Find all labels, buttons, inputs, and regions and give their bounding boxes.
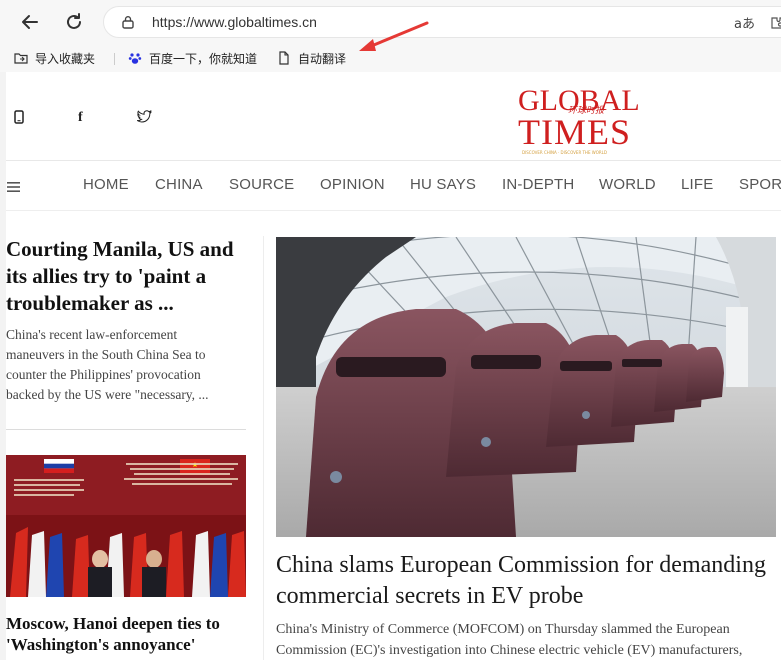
nav-home[interactable]: HOME <box>83 176 129 193</box>
bookmark-auto-translate[interactable]: 自动翻译 <box>277 48 346 68</box>
nav-opinion[interactable]: OPINION <box>320 176 385 193</box>
logo-tagline: DISCOVER CHINA · DISCOVER THE WORLD <box>522 150 607 155</box>
logo-line2: TIMES <box>518 112 631 152</box>
url-text: https://www.globaltimes.cn <box>152 14 317 30</box>
story-title-ev-probe[interactable]: China slams European Commission for dema… <box>276 550 776 612</box>
nav-world[interactable]: WORLD <box>599 176 656 193</box>
nav-china[interactable]: CHINA <box>155 176 203 193</box>
bookmarks-divider <box>114 53 115 65</box>
bookmark-label: 百度一下，你就知道 <box>149 51 258 66</box>
nav-life[interactable]: LIFE <box>681 176 713 193</box>
lock-icon <box>122 16 134 29</box>
bookmark-label: 导入收藏夹 <box>35 51 96 66</box>
twitter-icon[interactable] <box>135 109 152 127</box>
nav-hu-says[interactable]: HU SAYS <box>410 176 476 193</box>
read-aloud-button[interactable]: aあ <box>734 13 755 32</box>
annotation-arrow-icon <box>359 21 429 51</box>
baidu-paw-icon <box>128 53 142 64</box>
moscow-hanoi-photo[interactable] <box>6 455 246 597</box>
import-folder-icon <box>14 53 28 64</box>
bookmark-label: 自动翻译 <box>298 51 347 66</box>
column-divider <box>263 236 264 660</box>
story-summary-ev-probe: China's Ministry of Commerce (MOFCOM) on… <box>276 622 743 658</box>
address-bar[interactable]: https://www.globaltimes.cn aあ <box>103 6 781 38</box>
story-title-moscow-hanoi[interactable]: Moscow, Hanoi deepen ties to 'Washington… <box>6 613 246 655</box>
nav-divider <box>6 210 781 211</box>
story-title-manila[interactable]: Courting Manila, US and its allies try t… <box>6 236 246 317</box>
story-divider <box>6 429 246 430</box>
refresh-button[interactable] <box>60 8 88 36</box>
page-icon <box>279 51 289 65</box>
back-arrow-icon <box>22 15 38 29</box>
menu-hamburger-icon[interactable] <box>6 180 22 194</box>
header-divider <box>6 160 781 161</box>
web-page: f GLOBAL 环球时报 TIMES DISCOVER CHINA · DIS… <box>6 72 781 660</box>
global-times-logo[interactable]: GLOBAL 环球时报 TIMES DISCOVER CHINA · DISCO… <box>518 86 664 156</box>
ev-production-photo[interactable] <box>276 237 776 537</box>
extensions-icon[interactable] <box>768 13 781 31</box>
bookmark-baidu[interactable]: 百度一下，你就知道 <box>128 48 257 68</box>
nav-source[interactable]: SOURCE <box>229 176 294 193</box>
bookmark-import-favorites[interactable]: 导入收藏夹 <box>14 48 95 68</box>
mobile-icon[interactable] <box>14 110 24 128</box>
story-summary-manila: China's recent law-enforcement maneuvers… <box>6 327 209 402</box>
refresh-icon <box>67 13 81 29</box>
nav-in-depth[interactable]: IN-DEPTH <box>502 176 574 193</box>
back-button[interactable] <box>16 8 44 36</box>
nav-sport[interactable]: SPORT <box>739 176 781 193</box>
facebook-icon[interactable]: f <box>78 110 83 126</box>
